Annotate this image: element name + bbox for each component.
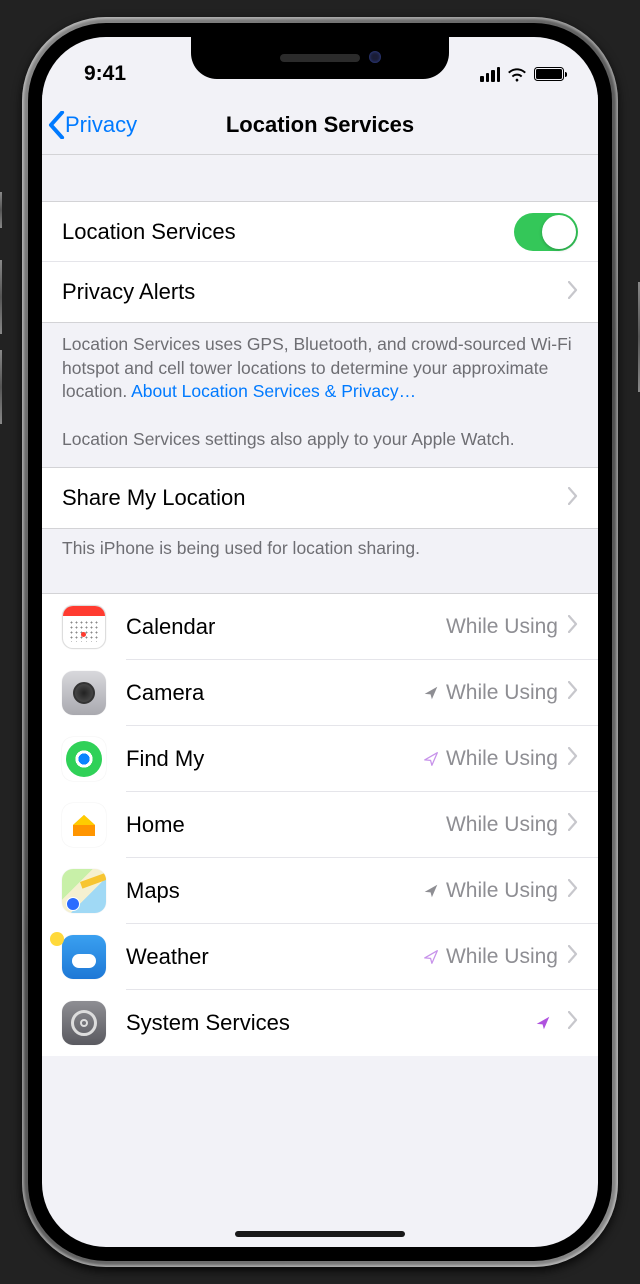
- app-value: While Using: [422, 747, 558, 771]
- volume-down-button: [0, 350, 2, 424]
- share-footer: This iPhone is being used for location s…: [42, 529, 598, 593]
- chevron-right-icon: [568, 485, 578, 511]
- location-arrow-icon: [422, 948, 440, 966]
- chevron-left-icon: [48, 111, 65, 139]
- location-arrow-icon: [422, 882, 440, 900]
- home-icon: [62, 803, 106, 847]
- app-label: Home: [126, 812, 446, 838]
- app-value: While Using: [422, 945, 558, 969]
- app-label: Camera: [126, 680, 422, 706]
- weather-icon: [62, 935, 106, 979]
- home-indicator[interactable]: [235, 1231, 405, 1237]
- app-row-weather[interactable]: WeatherWhile Using: [42, 924, 598, 990]
- wifi-icon: [507, 67, 527, 82]
- chevron-right-icon: [568, 615, 578, 638]
- system-icon: [62, 1001, 106, 1045]
- app-value: While Using: [446, 813, 558, 837]
- location-arrow-icon: [422, 750, 440, 768]
- app-value: While Using: [422, 681, 558, 705]
- page-title: Location Services: [226, 112, 414, 138]
- screen: 9:41 Privacy: [42, 37, 598, 1247]
- app-value: While Using: [422, 879, 558, 903]
- location-arrow-icon: [422, 684, 440, 702]
- app-label: Calendar: [126, 614, 446, 640]
- settings-group-1: Location Services Privacy Alerts: [42, 201, 598, 323]
- location-services-row[interactable]: Location Services: [42, 202, 598, 262]
- chevron-right-icon: [568, 681, 578, 704]
- back-label: Privacy: [65, 112, 137, 138]
- app-list: CalendarWhile UsingCameraWhile UsingFind…: [42, 593, 598, 1056]
- chevron-right-icon: [568, 945, 578, 968]
- calendar-icon: [62, 605, 106, 649]
- battery-icon: [534, 67, 564, 81]
- privacy-alerts-label: Privacy Alerts: [62, 279, 558, 305]
- app-label: Find My: [126, 746, 422, 772]
- app-row-system[interactable]: System Services: [42, 990, 598, 1056]
- app-row-findmy[interactable]: Find MyWhile Using: [42, 726, 598, 792]
- notch: [191, 37, 449, 79]
- chevron-right-icon: [568, 279, 578, 305]
- location-services-label: Location Services: [62, 219, 514, 245]
- cellular-icon: [480, 67, 500, 82]
- volume-up-button: [0, 260, 2, 334]
- chevron-right-icon: [568, 1011, 578, 1034]
- findmy-icon: [62, 737, 106, 781]
- navigation-bar: Privacy Location Services: [42, 95, 598, 155]
- app-label: System Services: [126, 1010, 534, 1036]
- explainer-footer: Location Services uses GPS, Bluetooth, a…: [42, 323, 598, 467]
- chevron-right-icon: [568, 747, 578, 770]
- maps-icon: [62, 869, 106, 913]
- location-arrow-icon: [534, 1014, 552, 1032]
- app-label: Weather: [126, 944, 422, 970]
- app-row-calendar[interactable]: CalendarWhile Using: [42, 594, 598, 660]
- device-frame: 9:41 Privacy: [0, 0, 640, 1284]
- app-label: Maps: [126, 878, 422, 904]
- app-row-maps[interactable]: MapsWhile Using: [42, 858, 598, 924]
- settings-group-2: Share My Location: [42, 467, 598, 529]
- app-row-camera[interactable]: CameraWhile Using: [42, 660, 598, 726]
- share-my-location-label: Share My Location: [62, 485, 558, 511]
- status-time: 9:41: [84, 62, 126, 86]
- back-button[interactable]: Privacy: [48, 95, 137, 154]
- app-row-home[interactable]: HomeWhile Using: [42, 792, 598, 858]
- chevron-right-icon: [568, 813, 578, 836]
- camera-icon: [62, 671, 106, 715]
- privacy-alerts-row[interactable]: Privacy Alerts: [42, 262, 598, 322]
- app-value: [534, 1014, 558, 1032]
- about-location-link[interactable]: About Location Services & Privacy…: [131, 381, 416, 401]
- chevron-right-icon: [568, 879, 578, 902]
- share-my-location-row[interactable]: Share My Location: [42, 468, 598, 528]
- mute-switch: [0, 192, 2, 228]
- app-value: While Using: [446, 615, 558, 639]
- explainer-text-2: Location Services settings also apply to…: [62, 429, 515, 449]
- location-services-toggle[interactable]: [514, 213, 578, 251]
